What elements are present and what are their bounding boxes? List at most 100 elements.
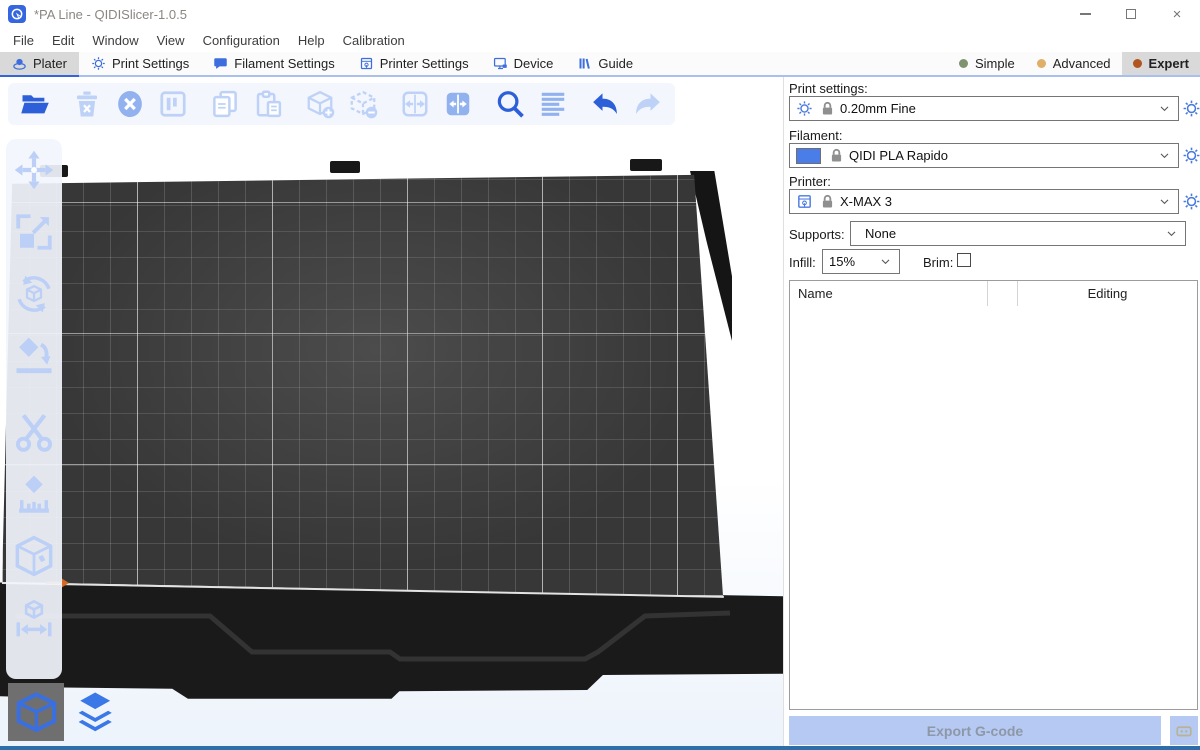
chevron-down-icon (1158, 195, 1171, 208)
gear-icon (91, 56, 106, 71)
column-name: Name (790, 281, 988, 306)
column-editing: Editing (1018, 286, 1197, 301)
monitor-icon (493, 56, 508, 71)
tab-device[interactable]: Device (481, 52, 566, 75)
tab-plater[interactable]: Plater (0, 52, 79, 75)
send-gcode-button[interactable] (1170, 716, 1198, 745)
move-icon (13, 149, 55, 191)
paste-button[interactable] (251, 87, 285, 121)
rotate-tool-button[interactable] (11, 271, 57, 317)
supports-select[interactable]: None (850, 221, 1186, 246)
rotate-icon (13, 273, 55, 315)
close-button[interactable]: × (1154, 0, 1200, 28)
menu-help[interactable]: Help (289, 30, 334, 51)
minimize-button[interactable] (1062, 0, 1108, 28)
arrange-icon (158, 89, 188, 119)
measure-tool-button[interactable] (11, 595, 57, 641)
lock-icon (819, 193, 836, 210)
object-list-header: Name Editing (790, 281, 1197, 306)
print-settings-select[interactable]: 0.20mm Fine (789, 96, 1179, 121)
menu-view[interactable]: View (148, 30, 194, 51)
layers-icon (66, 685, 124, 739)
preview-view-button[interactable] (66, 685, 124, 739)
titlebar: *PA Line - QIDISlicer-1.0.5 × (0, 0, 1200, 28)
printer-gear-button[interactable] (1182, 192, 1200, 211)
menu-file[interactable]: File (4, 30, 43, 51)
filament-value: QIDI PLA Rapido (849, 148, 948, 163)
seam-painting-tool-button[interactable] (11, 533, 57, 579)
cut-tool-button[interactable] (11, 409, 57, 455)
search-icon (495, 89, 525, 119)
plater-icon (12, 56, 27, 71)
export-gcode-button[interactable]: Export G-code (789, 716, 1161, 745)
split-parts-button[interactable] (441, 87, 475, 121)
tab-printer-settings[interactable]: Printer Settings (347, 52, 481, 75)
support-icon (13, 473, 55, 515)
supports-label: Supports: (789, 227, 845, 242)
remove-instance-button[interactable] (346, 87, 380, 121)
redo-button[interactable] (631, 87, 665, 121)
circle-x-icon (115, 89, 145, 119)
place-on-face-tool-button[interactable] (11, 333, 57, 379)
tab-filament-settings[interactable]: Filament Settings (201, 52, 346, 75)
printer-select[interactable]: X-MAX 3 (789, 189, 1179, 214)
move-tool-button[interactable] (11, 147, 57, 193)
copy-icon (210, 89, 240, 119)
scale-tool-button[interactable] (11, 209, 57, 255)
infill-label: Infill: (789, 255, 816, 270)
mode-dot-icon (959, 59, 968, 68)
supports-value: None (865, 226, 896, 241)
close-icon: × (1173, 7, 1182, 22)
maximize-button[interactable] (1108, 0, 1154, 28)
copy-button[interactable] (208, 87, 242, 121)
add-instance-button[interactable] (303, 87, 337, 121)
delete-button[interactable] (70, 87, 104, 121)
print-settings-label: Print settings: (789, 81, 868, 96)
paint-supports-tool-button[interactable] (11, 471, 57, 517)
mode-label: Simple (975, 56, 1015, 71)
gear-icon (796, 100, 813, 117)
open-project-button[interactable] (18, 87, 52, 121)
chevron-down-icon (1158, 149, 1171, 162)
search-button[interactable] (493, 87, 527, 121)
mode-advanced[interactable]: Advanced (1026, 52, 1122, 75)
scale-icon (13, 211, 55, 253)
brim-checkbox[interactable] (957, 253, 971, 267)
object-list[interactable]: Name Editing (789, 280, 1198, 710)
menu-configuration[interactable]: Configuration (194, 30, 289, 51)
brim-label: Brim: (923, 255, 953, 270)
arrange-button[interactable] (156, 87, 190, 121)
variable-layer-height-button[interactable] (536, 87, 570, 121)
folder-open-icon (20, 89, 50, 119)
build-plate (2, 171, 723, 596)
mode-label: Advanced (1053, 56, 1111, 71)
viewport-3d[interactable] (0, 77, 783, 746)
menu-window[interactable]: Window (83, 30, 147, 51)
filament-select[interactable]: QIDI PLA Rapido (789, 143, 1179, 168)
tabs: PlaterPrint SettingsFilament Settings Pri… (0, 52, 645, 75)
hlines-icon (538, 89, 568, 119)
tab-label: Printer Settings (380, 56, 469, 71)
qidislicer-window: *PA Line - QIDISlicer-1.0.5 × FileEditWi… (0, 0, 1200, 750)
editor-3d-view-button[interactable] (8, 683, 64, 741)
delete-all-button[interactable] (113, 87, 147, 121)
measure-icon (13, 597, 55, 639)
tab-guide[interactable]: Guide (565, 52, 645, 75)
tab-print-settings[interactable]: Print Settings (79, 52, 201, 75)
printer-icon (359, 56, 374, 71)
mode-dot-icon (1037, 59, 1046, 68)
filament-swatch (796, 148, 821, 164)
menu-edit[interactable]: Edit (43, 30, 83, 51)
print-settings-gear-button[interactable] (1182, 99, 1200, 118)
paste-icon (253, 89, 283, 119)
mode-expert[interactable]: Expert (1122, 52, 1200, 75)
menu-calibration[interactable]: Calibration (334, 30, 414, 51)
undo-button[interactable] (588, 87, 622, 121)
chevron-down-icon (879, 255, 892, 268)
left-tool-strip (6, 139, 62, 679)
filament-gear-button[interactable] (1182, 146, 1200, 165)
mode-label: Expert (1149, 56, 1189, 71)
infill-select[interactable]: 15% (822, 249, 900, 274)
split-objects-button[interactable] (398, 87, 432, 121)
mode-simple[interactable]: Simple (948, 52, 1026, 75)
